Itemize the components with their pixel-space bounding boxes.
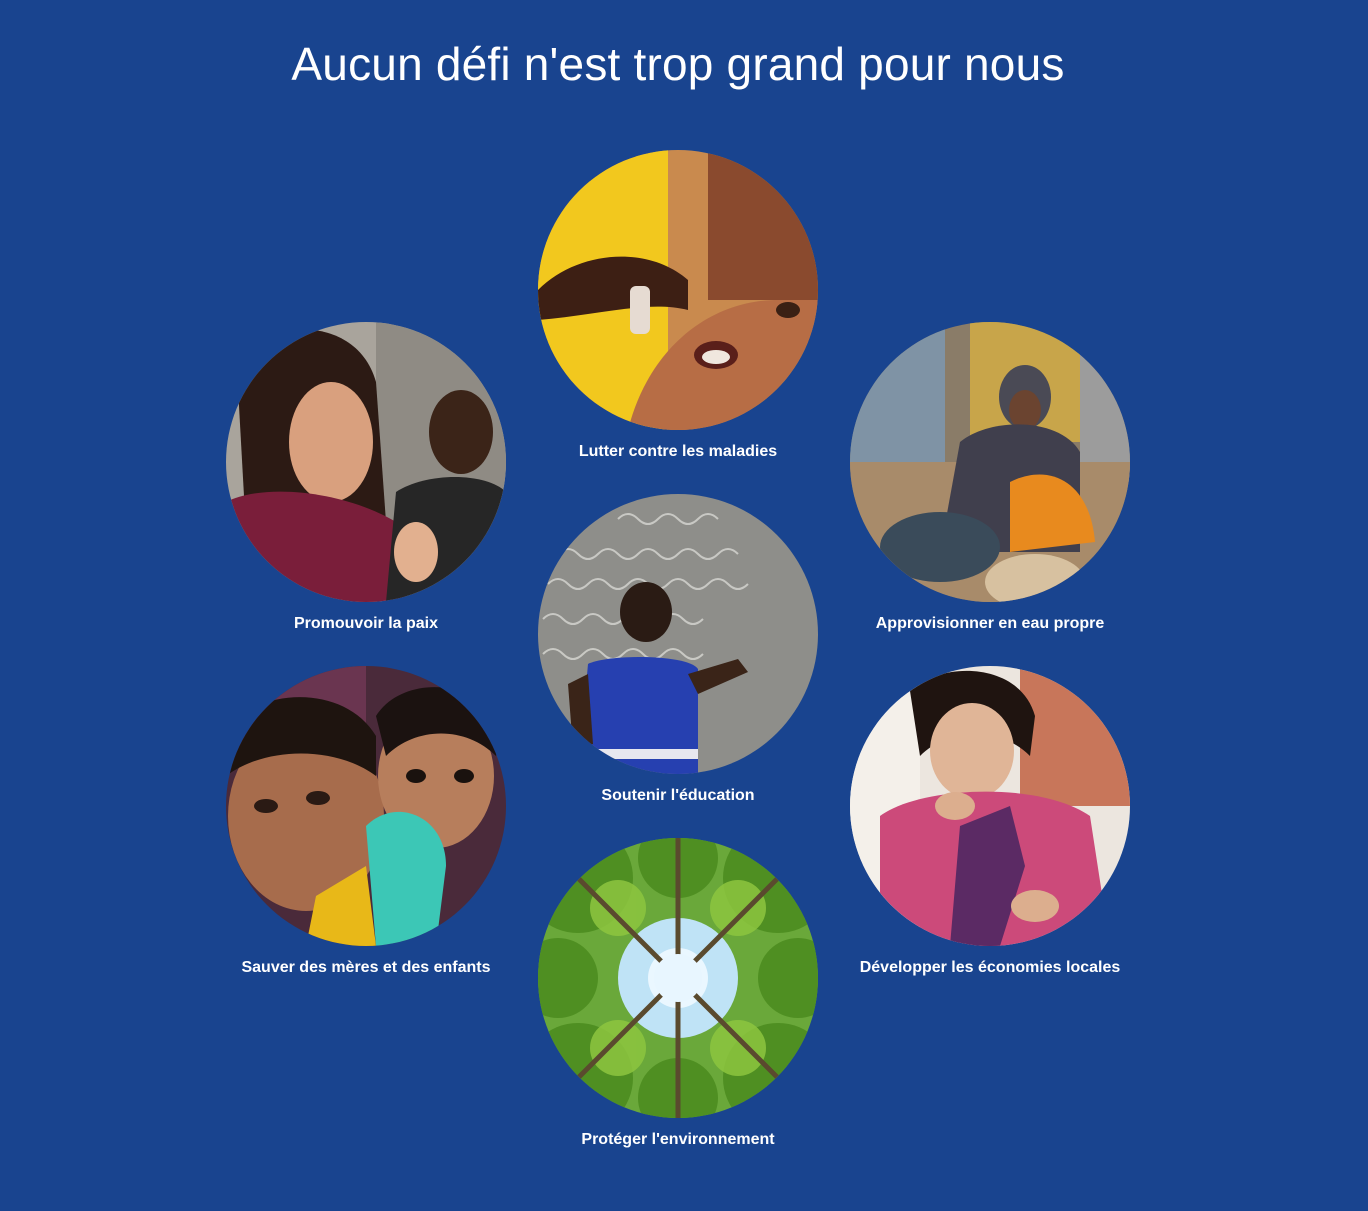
cause-card-environment[interactable]: Protéger l'environnement (508, 838, 848, 1178)
section-title: Aucun défi n'est trop grand pour nous (291, 38, 1065, 90)
cause-label-mothers: Sauver des mères et des enfants (241, 959, 491, 976)
cause-card-water[interactable]: Approvisionner en eau propre (820, 322, 1160, 662)
cause-card-economies[interactable]: Développer les économies locales (820, 666, 1160, 1006)
cause-label-disease: Lutter contre les maladies (578, 443, 778, 460)
cause-card-disease[interactable]: Lutter contre les maladies (508, 150, 848, 490)
cause-card-education[interactable]: Soutenir l'éducation (508, 494, 848, 834)
cause-label-education: Soutenir l'éducation (601, 787, 755, 804)
cause-photo-education (538, 494, 818, 774)
causes-section: Aucun défi n'est trop grand pour nous Lu… (0, 0, 1368, 1211)
cause-photo-disease (538, 150, 818, 430)
cause-label-environment: Protéger l'environnement (581, 1131, 775, 1148)
cause-label-economies: Développer les économies locales (859, 959, 1121, 976)
mother-child-photo-illustration (226, 666, 506, 946)
sewing-photo-illustration (850, 666, 1130, 946)
meeting-photo-illustration (226, 322, 506, 602)
cause-photo-environment (538, 838, 818, 1118)
cause-photo-economies (850, 666, 1130, 946)
cause-label-peace: Promouvoir la paix (293, 615, 439, 632)
cause-card-peace[interactable]: Promouvoir la paix (196, 322, 536, 662)
cause-photo-water (850, 322, 1130, 602)
cause-label-water: Approvisionner en eau propre (875, 615, 1105, 632)
cause-card-mothers[interactable]: Sauver des mères et des enfants (196, 666, 536, 1006)
cause-photo-peace (226, 322, 506, 602)
vaccine-photo-illustration (538, 150, 818, 430)
cause-photo-mothers (226, 666, 506, 946)
forest-photo-illustration (538, 838, 818, 1118)
chalkboard-photo-illustration (538, 494, 818, 774)
water-photo-illustration (850, 322, 1130, 602)
